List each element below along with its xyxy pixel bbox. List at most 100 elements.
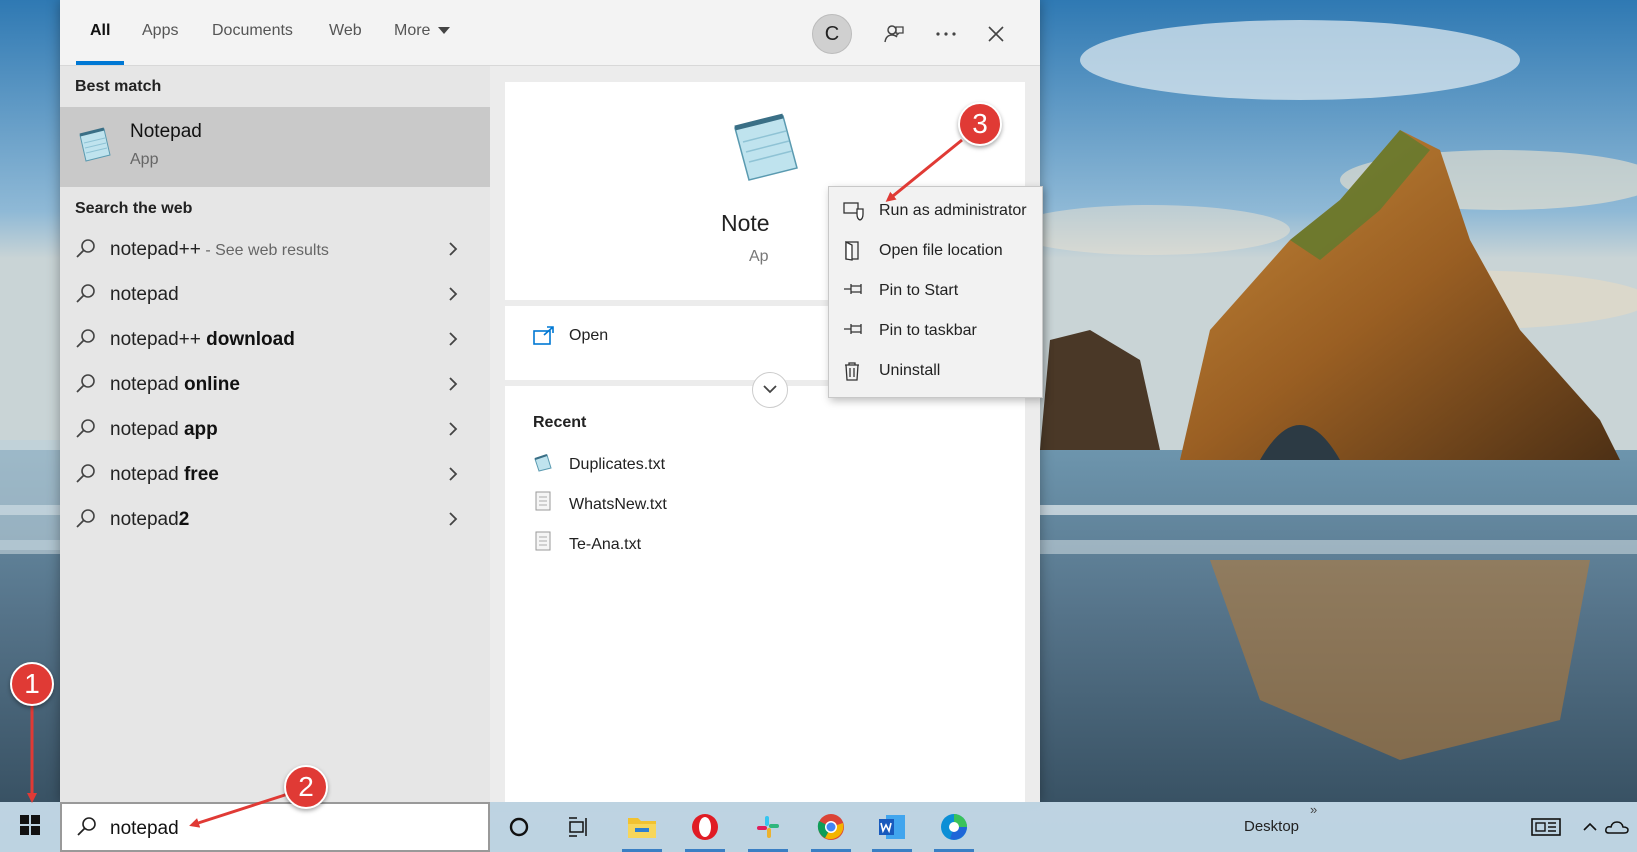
user-initial: C — [824, 22, 840, 45]
search-icon — [76, 816, 98, 843]
search-icon — [75, 373, 97, 400]
folder-location-icon — [843, 240, 863, 266]
edge-icon[interactable] — [934, 807, 974, 852]
taskbar-search-input[interactable]: notepad — [60, 802, 490, 852]
preview-app-type: Ap — [749, 248, 769, 265]
menu-item-label: Run as administrator — [879, 202, 1027, 219]
open-icon — [533, 326, 555, 351]
chevron-right-icon — [448, 466, 458, 487]
web-result-text: notepad — [110, 374, 184, 395]
expand-button[interactable] — [752, 372, 788, 408]
annotation-badge-2: 2 — [284, 765, 328, 809]
taskbar: notepad » Desktop — [0, 802, 1637, 852]
web-result-text: notepad++ — [110, 239, 201, 260]
chevron-down-icon — [762, 381, 778, 399]
chrome-icon[interactable] — [811, 807, 851, 852]
web-result-label: notepad++ download — [110, 329, 295, 351]
windows-logo-icon — [19, 814, 41, 841]
active-tab-indicator — [76, 61, 124, 65]
web-result-item[interactable]: notepad2 — [60, 498, 490, 542]
menu-item-pin-to-taskbar[interactable]: Pin to taskbar — [829, 312, 1042, 350]
chevron-right-icon — [448, 286, 458, 307]
chevron-down-icon — [438, 27, 451, 35]
web-result-item[interactable]: notepad app — [60, 408, 490, 452]
file-explorer-icon[interactable] — [622, 807, 662, 852]
best-match-title: Notepad — [130, 121, 202, 142]
web-result-label: notepad2 — [110, 509, 189, 531]
web-result-label: notepad free — [110, 464, 219, 486]
tab-web[interactable]: Web — [329, 22, 362, 40]
web-result-text: notepad — [110, 419, 184, 440]
menu-item-label: Pin to Start — [879, 282, 959, 299]
notepad-large-icon — [725, 110, 805, 189]
web-result-item[interactable]: notepad++ download — [60, 318, 490, 362]
start-button[interactable] — [10, 807, 50, 847]
chevron-right-icon — [448, 241, 458, 262]
tab-apps[interactable]: Apps — [142, 22, 178, 40]
chevron-right-icon — [448, 376, 458, 397]
menu-item-run-as-administrator[interactable]: Run as administrator — [829, 192, 1042, 230]
cortana-icon[interactable] — [499, 807, 539, 847]
desktop-toolbar-label[interactable]: Desktop — [1244, 818, 1299, 835]
web-result-label: notepad — [110, 284, 179, 306]
web-result-item[interactable]: notepad++ - See web results — [60, 228, 490, 272]
recent-file-name: WhatsNew.txt — [569, 496, 667, 513]
shield-icon — [843, 201, 865, 226]
tab-more[interactable]: More — [394, 22, 451, 40]
notepad-icon — [74, 125, 114, 170]
web-result-item[interactable]: notepad — [60, 273, 490, 317]
search-icon — [75, 238, 97, 265]
menu-item-label: Uninstall — [879, 362, 941, 379]
more-options-icon[interactable] — [926, 14, 966, 54]
pin-icon — [843, 281, 865, 302]
web-result-label: notepad app — [110, 419, 218, 441]
feedback-icon[interactable] — [874, 14, 914, 54]
web-result-bold: online — [183, 374, 240, 395]
menu-item-label: Pin to taskbar — [879, 322, 977, 339]
tab-documents[interactable]: Documents — [212, 22, 293, 40]
menu-item-uninstall[interactable]: Uninstall — [829, 352, 1042, 390]
tab-all[interactable]: All — [90, 22, 110, 40]
onedrive-icon[interactable] — [1597, 807, 1637, 847]
search-icon — [75, 463, 97, 490]
word-icon[interactable] — [872, 807, 912, 852]
news-icon[interactable] — [1526, 807, 1566, 847]
search-icon — [75, 328, 97, 355]
web-result-bold: free — [183, 464, 219, 485]
text-file-icon — [535, 491, 551, 516]
search-tabs-bar: All Apps Documents Web More C — [60, 0, 1040, 66]
recent-heading: Recent — [533, 414, 587, 431]
user-avatar[interactable]: C — [812, 14, 852, 54]
web-result-bold: app — [183, 419, 218, 440]
best-match-subtitle: App — [130, 151, 159, 168]
chevron-right-icon — [448, 421, 458, 442]
chevron-right-icon — [448, 331, 458, 352]
notepad-file-icon — [533, 453, 553, 478]
best-match-notepad[interactable]: Notepad App — [60, 107, 490, 187]
web-result-label: notepad online — [110, 374, 240, 396]
search-results-list: Best match Notepad App Search the web no… — [60, 66, 490, 802]
web-result-item[interactable]: notepad online — [60, 363, 490, 407]
annotation-badge-3: 3 — [958, 102, 1002, 146]
search-icon — [75, 418, 97, 445]
windows-search-panel: All Apps Documents Web More C Best match… — [60, 0, 1043, 802]
trash-icon — [843, 361, 861, 386]
slack-icon[interactable] — [748, 807, 788, 852]
menu-item-label: Open file location — [879, 242, 1003, 259]
menu-item-open-file-location[interactable]: Open file location — [829, 232, 1042, 270]
web-result-bold: download — [206, 329, 295, 350]
best-match-heading: Best match — [75, 78, 162, 95]
open-label: Open — [569, 327, 609, 344]
search-web-heading: Search the web — [75, 200, 193, 217]
close-icon[interactable] — [976, 14, 1016, 54]
web-result-label: notepad++ - See web results — [110, 239, 329, 261]
web-result-item[interactable]: notepad free — [60, 453, 490, 497]
context-menu: Run as administrator Open file location … — [828, 186, 1043, 398]
pin-icon — [843, 321, 865, 342]
tab-more-label: More — [394, 22, 431, 39]
search-icon — [75, 508, 97, 535]
task-view-icon[interactable] — [559, 807, 599, 847]
menu-item-pin-to-start[interactable]: Pin to Start — [829, 272, 1042, 310]
toolbar-chevron[interactable]: » — [1310, 802, 1317, 817]
opera-icon[interactable] — [685, 807, 725, 852]
